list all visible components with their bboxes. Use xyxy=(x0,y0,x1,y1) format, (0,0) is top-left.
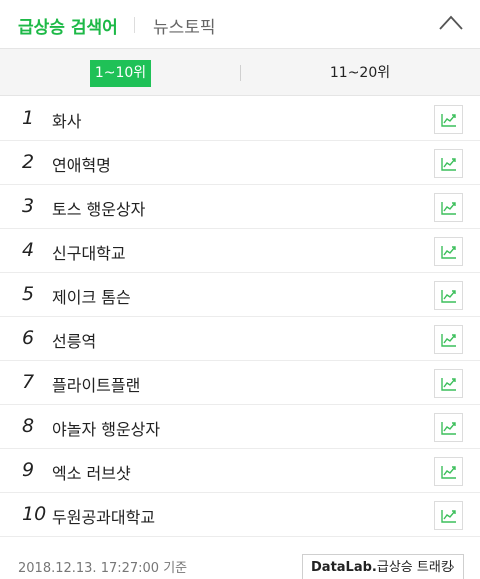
trend-chart-button[interactable] xyxy=(434,149,463,178)
update-timestamp: 2018.12.13. 17:27:00 기준 xyxy=(18,561,188,576)
keyword-link[interactable]: 선릉역 xyxy=(52,328,96,352)
keyword-link[interactable]: 신구대학교 xyxy=(52,240,126,264)
rank-number: 9 xyxy=(22,459,35,481)
keyword-link[interactable]: 플라이트플랜 xyxy=(52,372,140,396)
trend-chart-button[interactable] xyxy=(434,281,463,310)
trend-chart-icon xyxy=(441,158,456,171)
trend-chart-icon xyxy=(441,466,456,479)
datalab-tracking-button[interactable]: DataLab.급상승 트래킹 › xyxy=(302,554,464,579)
keyword-link[interactable]: 엑소 러브샷 xyxy=(52,460,131,484)
footer: 2018.12.13. 17:27:00 기준 DataLab.급상승 트래킹 … xyxy=(0,540,480,579)
rank-number: 4 xyxy=(22,239,35,261)
trend-chart-button[interactable] xyxy=(434,193,463,222)
keyword-row[interactable]: 6 선릉역 xyxy=(0,317,480,361)
trend-chart-icon xyxy=(441,202,456,215)
keyword-list: 1 화사 2 연애혁명 3 토스 행운상자 4 신구대학교 5 제이크 톰슨 6 선릉역 7 플라이트플랜… xyxy=(0,97,480,537)
trend-chart-button[interactable] xyxy=(434,501,463,530)
trend-chart-icon xyxy=(441,334,456,347)
trend-chart-icon xyxy=(441,510,456,523)
keyword-link[interactable]: 화사 xyxy=(52,108,81,132)
rank-number: 10 xyxy=(22,503,47,525)
trend-chart-button[interactable] xyxy=(434,237,463,266)
keyword-row[interactable]: 10 두원공과대학교 xyxy=(0,493,480,537)
trend-chart-button[interactable] xyxy=(434,413,463,442)
keyword-link[interactable]: 두원공과대학교 xyxy=(52,504,155,528)
trend-chart-icon xyxy=(441,114,456,127)
rank-range-tabs: 1~10위 11~20위 xyxy=(0,48,480,96)
chevron-up-icon[interactable] xyxy=(438,12,464,34)
datalab-brand: DataLab. xyxy=(311,560,377,575)
rank-number: 2 xyxy=(22,151,35,173)
trend-chart-button[interactable] xyxy=(434,105,463,134)
tab-divider xyxy=(134,17,135,33)
keyword-row[interactable]: 2 연애혁명 xyxy=(0,141,480,185)
keyword-link[interactable]: 연애혁명 xyxy=(52,152,111,176)
trend-chart-icon xyxy=(441,422,456,435)
keyword-row[interactable]: 8 야놀자 행운상자 xyxy=(0,405,480,449)
rank-number: 3 xyxy=(22,195,35,217)
rank-number: 5 xyxy=(22,283,35,305)
keyword-row[interactable]: 9 엑소 러브샷 xyxy=(0,449,480,493)
tab-rank-11-20[interactable]: 11~20위 xyxy=(300,60,420,87)
tab-realtime-search[interactable]: 급상승 검색어 xyxy=(18,13,118,38)
rank-number: 8 xyxy=(22,415,35,437)
chevron-right-icon: › xyxy=(449,560,455,575)
keyword-link[interactable]: 토스 행운상자 xyxy=(52,196,145,220)
rank-number: 7 xyxy=(22,371,35,393)
datalab-label: 급상승 트래킹 xyxy=(376,560,453,575)
header: 급상승 검색어 뉴스토픽 xyxy=(0,0,480,48)
keyword-row[interactable]: 5 제이크 톰슨 xyxy=(0,273,480,317)
keyword-row[interactable]: 4 신구대학교 xyxy=(0,229,480,273)
trend-chart-button[interactable] xyxy=(434,369,463,398)
keyword-row[interactable]: 7 플라이트플랜 xyxy=(0,361,480,405)
trend-chart-icon xyxy=(441,246,456,259)
tab-rank-1-10[interactable]: 1~10위 xyxy=(90,60,151,87)
keyword-row[interactable]: 3 토스 행운상자 xyxy=(0,185,480,229)
range-divider xyxy=(240,65,241,81)
keyword-row[interactable]: 1 화사 xyxy=(0,97,480,141)
keyword-link[interactable]: 야놀자 행운상자 xyxy=(52,416,160,440)
keyword-link[interactable]: 제이크 톰슨 xyxy=(52,284,131,308)
trend-chart-icon xyxy=(441,290,456,303)
rank-number: 6 xyxy=(22,327,35,349)
trend-chart-icon xyxy=(441,378,456,391)
trend-chart-button[interactable] xyxy=(434,457,463,486)
rank-number: 1 xyxy=(22,107,35,129)
tab-news-topic[interactable]: 뉴스토픽 xyxy=(153,13,216,38)
trend-chart-button[interactable] xyxy=(434,325,463,354)
